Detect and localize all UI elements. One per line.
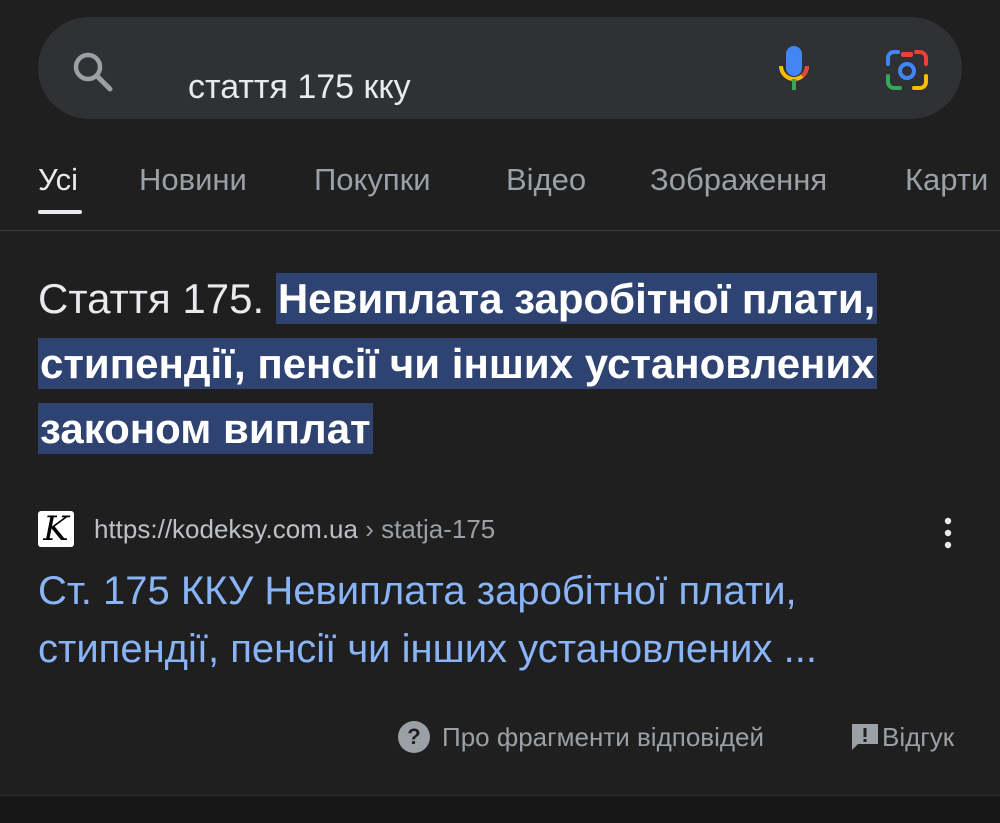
tab-video[interactable]: Відео xyxy=(506,162,586,198)
search-tabs: Усі Новини Покупки Відео Зображення Карт… xyxy=(0,150,1000,231)
active-tab-indicator xyxy=(38,210,82,214)
feedback-label: Відгук xyxy=(882,721,955,752)
search-icon[interactable] xyxy=(70,49,114,93)
feedback-icon xyxy=(852,724,878,750)
help-icon: ? xyxy=(398,721,430,753)
tab-maps[interactable]: Карти xyxy=(905,162,988,198)
result-title-link[interactable]: Ст. 175 ККУ Невиплата заробітної плати, … xyxy=(38,562,968,678)
tab-news[interactable]: Новини xyxy=(139,162,247,198)
result-domain: https://kodeksy.com.ua xyxy=(94,514,358,544)
tab-images[interactable]: Зображення xyxy=(650,162,827,198)
more-options-icon[interactable] xyxy=(940,516,956,550)
result-breadcrumb: › statja-175 xyxy=(357,514,496,544)
search-query[interactable]: стаття 175 кку xyxy=(188,68,411,106)
section-divider xyxy=(0,795,1000,823)
snippet-prefix: Стаття 175. xyxy=(38,275,276,322)
about-snippets-link[interactable]: ? Про фрагменти відповідей xyxy=(398,719,764,755)
search-bar[interactable]: стаття 175 кку xyxy=(38,17,962,119)
tab-shopping[interactable]: Покупки xyxy=(314,162,431,198)
site-favicon[interactable]: K xyxy=(38,511,74,547)
tab-all[interactable]: Усі xyxy=(38,162,78,198)
about-snippets-label: Про фрагменти відповідей xyxy=(442,721,765,752)
result-url[interactable]: https://kodeksy.com.ua › statja-175 xyxy=(94,513,495,545)
feedback-button[interactable]: Відгук xyxy=(850,717,954,757)
mic-icon[interactable] xyxy=(776,44,812,94)
favicon-letter: K xyxy=(43,509,69,549)
featured-snippet-title: Стаття 175. Невиплата заробітної плати, … xyxy=(38,266,958,461)
lens-icon[interactable] xyxy=(884,48,930,92)
